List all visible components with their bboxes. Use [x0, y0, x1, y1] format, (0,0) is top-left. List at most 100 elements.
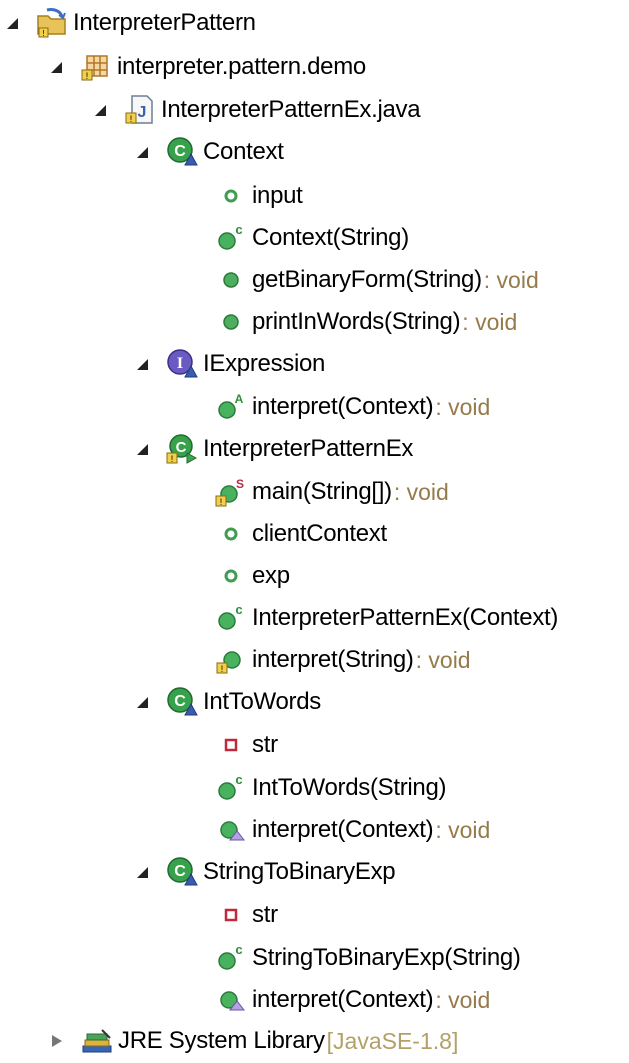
constructor-icon: c: [214, 601, 248, 635]
tree-row-member[interactable]: c StringToBinaryExp(String): [186, 939, 521, 977]
tree-row-package[interactable]: ! interpreter.pattern.demo: [48, 48, 366, 86]
tree-row-member[interactable]: printInWords(String) : void: [186, 303, 517, 341]
svg-text:c: c: [235, 942, 242, 957]
member-label: InterpreterPatternEx(Context): [252, 604, 559, 631]
member-label: printInWords(String): [252, 308, 461, 335]
overriding-method-icon: [214, 813, 248, 847]
return-type-decoration: : void: [415, 647, 471, 673]
tree-row-member[interactable]: str: [186, 896, 278, 934]
svg-text:!: !: [220, 497, 223, 507]
tree-row-member[interactable]: c IntToWords(String): [186, 769, 447, 807]
expand-arrow-icon[interactable]: [95, 104, 106, 116]
expand-arrow-icon[interactable]: [137, 358, 148, 370]
member-label: exp: [252, 562, 290, 589]
member-label: interpret(Context): [252, 393, 434, 420]
tree-row-member[interactable]: exp: [186, 557, 290, 595]
constructor-icon: c: [214, 771, 248, 805]
tree-row-member[interactable]: input: [186, 177, 303, 215]
abstract-method-icon: A: [214, 390, 248, 424]
tree-row-jre-library[interactable]: JRE System Library [JavaSE-1.8]: [48, 1022, 458, 1060]
project-explorer-tree: ! InterpreterPattern ! interpreter.patte…: [0, 0, 629, 1061]
return-type-decoration: : void: [462, 309, 518, 335]
interface-label: IExpression: [203, 350, 326, 377]
member-label: IntToWords(String): [252, 774, 447, 801]
svg-text:I: I: [177, 355, 183, 372]
java-file-label: InterpreterPatternEx.java: [161, 96, 421, 123]
warning-method-icon: !: [214, 643, 248, 677]
expand-arrow-icon[interactable]: [137, 866, 148, 878]
expand-arrow-icon[interactable]: [51, 61, 62, 73]
tree-row-class-stringtobinaryexp[interactable]: C StringToBinaryExp: [134, 853, 396, 891]
class-label: StringToBinaryExp: [203, 858, 396, 885]
tree-row-member[interactable]: getBinaryForm(String) : void: [186, 261, 539, 299]
tree-row-member[interactable]: interpret(Context) : void: [186, 811, 490, 849]
public-method-icon: [214, 305, 248, 339]
member-label: Context(String): [252, 224, 409, 251]
return-type-decoration: : void: [483, 267, 539, 293]
tree-row-class-inttowords[interactable]: C IntToWords: [134, 683, 321, 721]
private-field-icon: [214, 728, 248, 762]
svg-text:S: S: [236, 477, 244, 491]
member-label: str: [252, 901, 278, 928]
member-label: interpret(Context): [252, 986, 434, 1013]
svg-text:!: !: [42, 29, 44, 38]
tree-row-member[interactable]: clientContext: [186, 515, 387, 553]
class-icon: C: [165, 855, 199, 889]
svg-text:C: C: [174, 863, 186, 880]
class-icon: C: [165, 685, 199, 719]
tree-row-member[interactable]: ! interpret(String) : void: [186, 641, 471, 679]
collapse-arrow-icon[interactable]: [52, 1035, 62, 1047]
tree-row-member[interactable]: A interpret(Context) : void: [186, 388, 490, 426]
expand-arrow-icon[interactable]: [137, 146, 148, 158]
library-label: JRE System Library: [118, 1027, 325, 1054]
tree-row-member[interactable]: c InterpreterPatternEx(Context): [186, 599, 558, 637]
default-field-icon: [214, 179, 248, 213]
expand-arrow-icon[interactable]: [137, 696, 148, 708]
expand-arrow-icon[interactable]: [137, 443, 148, 455]
tree-row-interface-iexpression[interactable]: I IExpression: [134, 345, 325, 383]
library-icon: [80, 1024, 114, 1058]
return-type-decoration: : void: [393, 479, 449, 505]
member-label: input: [252, 182, 303, 209]
svg-text:c: c: [235, 772, 242, 787]
member-label: StringToBinaryExp(String): [252, 944, 521, 971]
return-type-decoration: : void: [435, 394, 491, 420]
runnable-class-icon: C !: [165, 432, 199, 466]
tree-row-class-interpreterpatternex[interactable]: C ! InterpreterPatternEx: [134, 430, 413, 468]
tree-row-member[interactable]: interpret(Context) : void: [186, 981, 490, 1019]
tree-row-member[interactable]: str: [186, 726, 278, 764]
member-label: main(String[]): [252, 478, 392, 505]
java-project-icon: !: [35, 6, 69, 40]
overriding-method-icon: [214, 983, 248, 1017]
java-file-icon: J !: [123, 93, 157, 127]
member-label: str: [252, 731, 278, 758]
expand-arrow-icon[interactable]: [7, 17, 18, 29]
return-type-decoration: : void: [435, 987, 491, 1013]
svg-text:c: c: [235, 222, 242, 237]
public-method-icon: [214, 263, 248, 297]
private-field-icon: [214, 898, 248, 932]
svg-text:c: c: [235, 602, 242, 617]
svg-text:!: !: [221, 664, 224, 674]
tree-row-java-file[interactable]: J ! InterpreterPatternEx.java: [92, 91, 421, 129]
tree-row-class-context[interactable]: C Context: [134, 133, 284, 171]
member-label: interpret(Context): [252, 816, 434, 843]
constructor-icon: c: [214, 221, 248, 255]
tree-row-project[interactable]: ! InterpreterPattern: [4, 4, 256, 42]
svg-text:!: !: [171, 454, 174, 464]
member-label: clientContext: [252, 520, 387, 547]
tree-row-member[interactable]: c Context(String): [186, 219, 409, 257]
svg-text:A: A: [235, 392, 244, 406]
tree-row-member[interactable]: S ! main(String[]) : void: [186, 473, 449, 511]
